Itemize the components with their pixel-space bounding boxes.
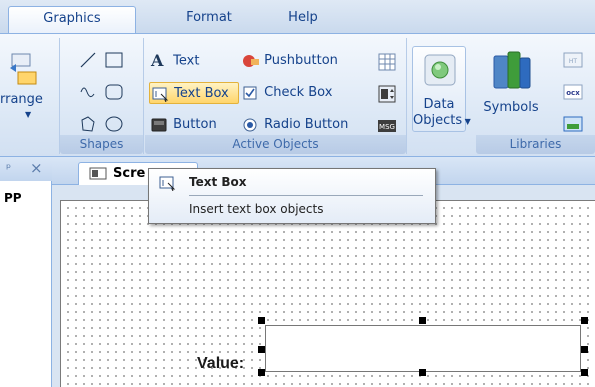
data-objects-label-2-text: Objects (413, 113, 463, 128)
button-label: Button (173, 117, 217, 132)
radio-button-label: Radio Button (264, 117, 349, 132)
data-objects-label-2: Objects ▼ (413, 113, 471, 128)
tooltip: Text Box Insert text box objects (148, 168, 436, 224)
symbols-label: Symbols (483, 100, 539, 115)
check-box-icon (243, 86, 257, 99)
picture-object-icon[interactable] (562, 114, 584, 134)
resize-handle-left[interactable] (258, 346, 265, 353)
check-box-button[interactable]: Check Box (242, 82, 332, 104)
left-pane-text: PP (4, 191, 22, 205)
text-A-icon: A (151, 51, 164, 70)
check-box-label: Check Box (264, 85, 333, 100)
resize-handle-top-right[interactable] (581, 317, 588, 324)
resize-handle-bottom-right[interactable] (581, 369, 588, 376)
rectangle-shape-icon[interactable] (104, 50, 124, 70)
resize-handle-bottom[interactable] (419, 369, 426, 376)
group-arrange: rrange ▼ (0, 38, 60, 154)
arrange-button[interactable]: rrange ▼ (0, 46, 58, 126)
text-button-label: Text (173, 53, 200, 69)
resize-handle-top[interactable] (419, 317, 426, 324)
tooltip-description: Insert text box objects (189, 202, 324, 216)
libraries-group-label: Libraries (476, 135, 595, 154)
pushbutton-button[interactable]: Pushbutton (242, 50, 338, 72)
text-box-label: Text Box (174, 86, 229, 101)
svg-text:MSG: MSG (379, 123, 395, 131)
document-tab-label: Scre (113, 166, 146, 181)
value-label[interactable]: Value: (197, 355, 244, 373)
screen-icon (89, 167, 107, 180)
design-canvas[interactable]: Value: (60, 200, 595, 387)
shapes-group-label: Shapes (60, 135, 143, 154)
line-shape-icon[interactable] (78, 50, 98, 70)
arrange-label: rrange (0, 92, 43, 107)
data-objects-label-1: Data (423, 97, 455, 112)
tab-format[interactable]: Format (170, 6, 248, 34)
group-libraries: Symbols HT ocx Libraries (476, 38, 595, 154)
text-box-icon (152, 87, 169, 102)
arrange-icon (10, 53, 37, 85)
left-pane-header: ᵖ × (0, 157, 52, 181)
tab-graphics[interactable]: Graphics (8, 6, 136, 34)
button-button[interactable]: Button (151, 114, 217, 136)
html-object-icon[interactable]: HT (562, 50, 584, 70)
pushbutton-label: Pushbutton (264, 53, 338, 68)
curve-shape-icon[interactable] (78, 82, 98, 102)
radio-button-button[interactable]: Radio Button (242, 114, 348, 136)
svg-text:ocx: ocx (566, 89, 580, 97)
group-data-objects: Data Objects ▼ (408, 38, 471, 154)
pushbutton-icon (243, 54, 259, 67)
rounded-rectangle-shape-icon[interactable] (104, 82, 124, 102)
symbols-books-icon (493, 51, 531, 89)
tooltip-divider (189, 195, 423, 196)
ocx-object-icon[interactable]: ocx (562, 82, 584, 102)
ribbon-tab-bar: Graphics Format Help (0, 0, 595, 34)
text-box-icon (159, 176, 176, 191)
grid-object-icon[interactable] (377, 52, 397, 72)
text-box-button[interactable]: Text Box (149, 82, 239, 104)
resize-handle-bottom-left[interactable] (258, 369, 265, 376)
group-shapes: Shapes (60, 38, 144, 154)
chevron-down-icon: ▼ (462, 117, 471, 126)
data-objects-button[interactable]: Data Objects ▼ (412, 46, 471, 132)
chevron-down-icon: ▼ (25, 110, 32, 119)
button-icon (151, 118, 167, 131)
data-objects-icon (424, 54, 456, 86)
ribbon: rrange ▼ Shapes A Text Pushbutton Text B… (0, 33, 595, 157)
radio-button-icon (243, 118, 257, 131)
symbols-button[interactable]: Symbols (480, 46, 542, 126)
group-active-objects: A Text Pushbutton Text Box Check Box But… (145, 38, 407, 154)
pin-icon[interactable]: ᵖ (6, 161, 11, 175)
svg-text:HT: HT (569, 58, 578, 65)
resize-handle-right[interactable] (581, 346, 588, 353)
text-box-object[interactable] (265, 325, 581, 372)
text-button[interactable]: A Text (151, 50, 199, 72)
tooltip-title: Text Box (189, 175, 247, 189)
ellipse-shape-icon[interactable] (104, 114, 124, 134)
active-objects-group-label: Active Objects (145, 135, 406, 154)
polygon-shape-icon[interactable] (78, 114, 98, 134)
resize-handle-top-left[interactable] (258, 317, 265, 324)
spin-object-icon[interactable] (377, 84, 397, 104)
close-icon[interactable]: × (30, 159, 43, 177)
message-object-icon[interactable]: MSG (377, 116, 397, 136)
tab-help[interactable]: Help (272, 6, 334, 34)
left-pane: ᵖ × PP (0, 157, 52, 387)
